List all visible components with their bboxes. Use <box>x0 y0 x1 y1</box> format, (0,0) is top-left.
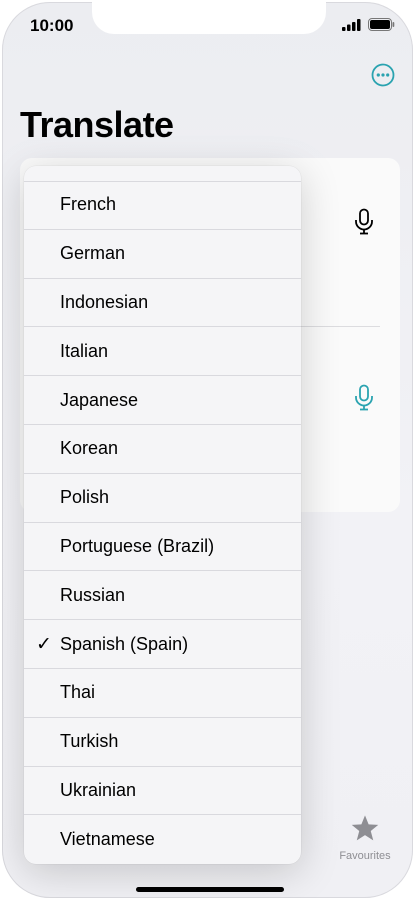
page-title: Translate <box>20 104 174 145</box>
language-option-label: German <box>60 243 126 264</box>
language-option[interactable]: Russian <box>24 571 301 621</box>
device-frame: 10:00 Translate Favourites French German… <box>0 0 415 900</box>
language-option-label: Turkish <box>60 731 119 752</box>
language-option[interactable]: Italian <box>24 327 301 377</box>
scrolled-item-remnant <box>24 166 301 182</box>
source-mic-button[interactable] <box>353 208 375 241</box>
language-option[interactable]: German <box>24 230 301 279</box>
screen: 10:00 Translate Favourites French German… <box>2 2 413 898</box>
ellipsis-circle-icon <box>371 63 395 87</box>
signal-icon <box>342 18 361 31</box>
notch <box>92 2 326 34</box>
language-option[interactable]: ✓ Spanish (Spain) <box>24 620 301 669</box>
more-options-button[interactable] <box>370 62 396 88</box>
language-option[interactable]: Turkish <box>24 718 301 767</box>
battery-icon <box>368 18 395 31</box>
language-option-label: Portuguese (Brazil) <box>60 535 215 556</box>
language-option-label: Korean <box>60 438 119 459</box>
language-option-label: Indonesian <box>60 291 149 312</box>
language-dropdown[interactable]: French German Indonesian Italian Japanese Kor… <box>24 166 301 864</box>
language-option-label: Vietnamese <box>60 829 155 850</box>
language-option[interactable]: Thai <box>24 669 301 718</box>
language-option[interactable]: French <box>24 181 301 230</box>
language-option[interactable]: Indonesian <box>24 279 301 328</box>
target-mic-button[interactable] <box>353 384 375 417</box>
checkmark-icon: ✓ <box>36 633 52 655</box>
language-option[interactable]: Polish <box>24 474 301 523</box>
microphone-icon <box>355 208 373 235</box>
status-time: 10:00 <box>30 16 74 35</box>
home-indicator[interactable] <box>136 887 284 892</box>
card-divider <box>300 326 380 327</box>
language-option[interactable]: Japanese <box>24 376 301 425</box>
language-list: French German Indonesian Italian Japanese Kor… <box>24 181 301 864</box>
star-icon <box>351 815 379 841</box>
microphone-icon <box>355 384 373 411</box>
language-option[interactable]: Portuguese (Brazil) <box>24 523 301 572</box>
language-option-label: Ukrainian <box>60 779 137 800</box>
language-option-label: Russian <box>60 584 126 605</box>
language-option-label: French <box>60 194 117 215</box>
language-option-label: Italian <box>60 340 109 361</box>
language-option-label: Japanese <box>60 389 139 410</box>
language-option-label: Polish <box>60 487 110 508</box>
favourites-label: Favourites <box>339 850 391 862</box>
language-option[interactable]: Korean <box>24 425 301 474</box>
status-icons <box>342 18 395 31</box>
favourites-tab[interactable]: Favourites <box>334 814 396 862</box>
language-option-label: Thai <box>60 682 96 703</box>
language-option-label: Spanish (Spain) <box>60 633 189 654</box>
language-option[interactable]: Ukrainian <box>24 767 301 816</box>
language-option[interactable]: Vietnamese <box>24 815 301 864</box>
